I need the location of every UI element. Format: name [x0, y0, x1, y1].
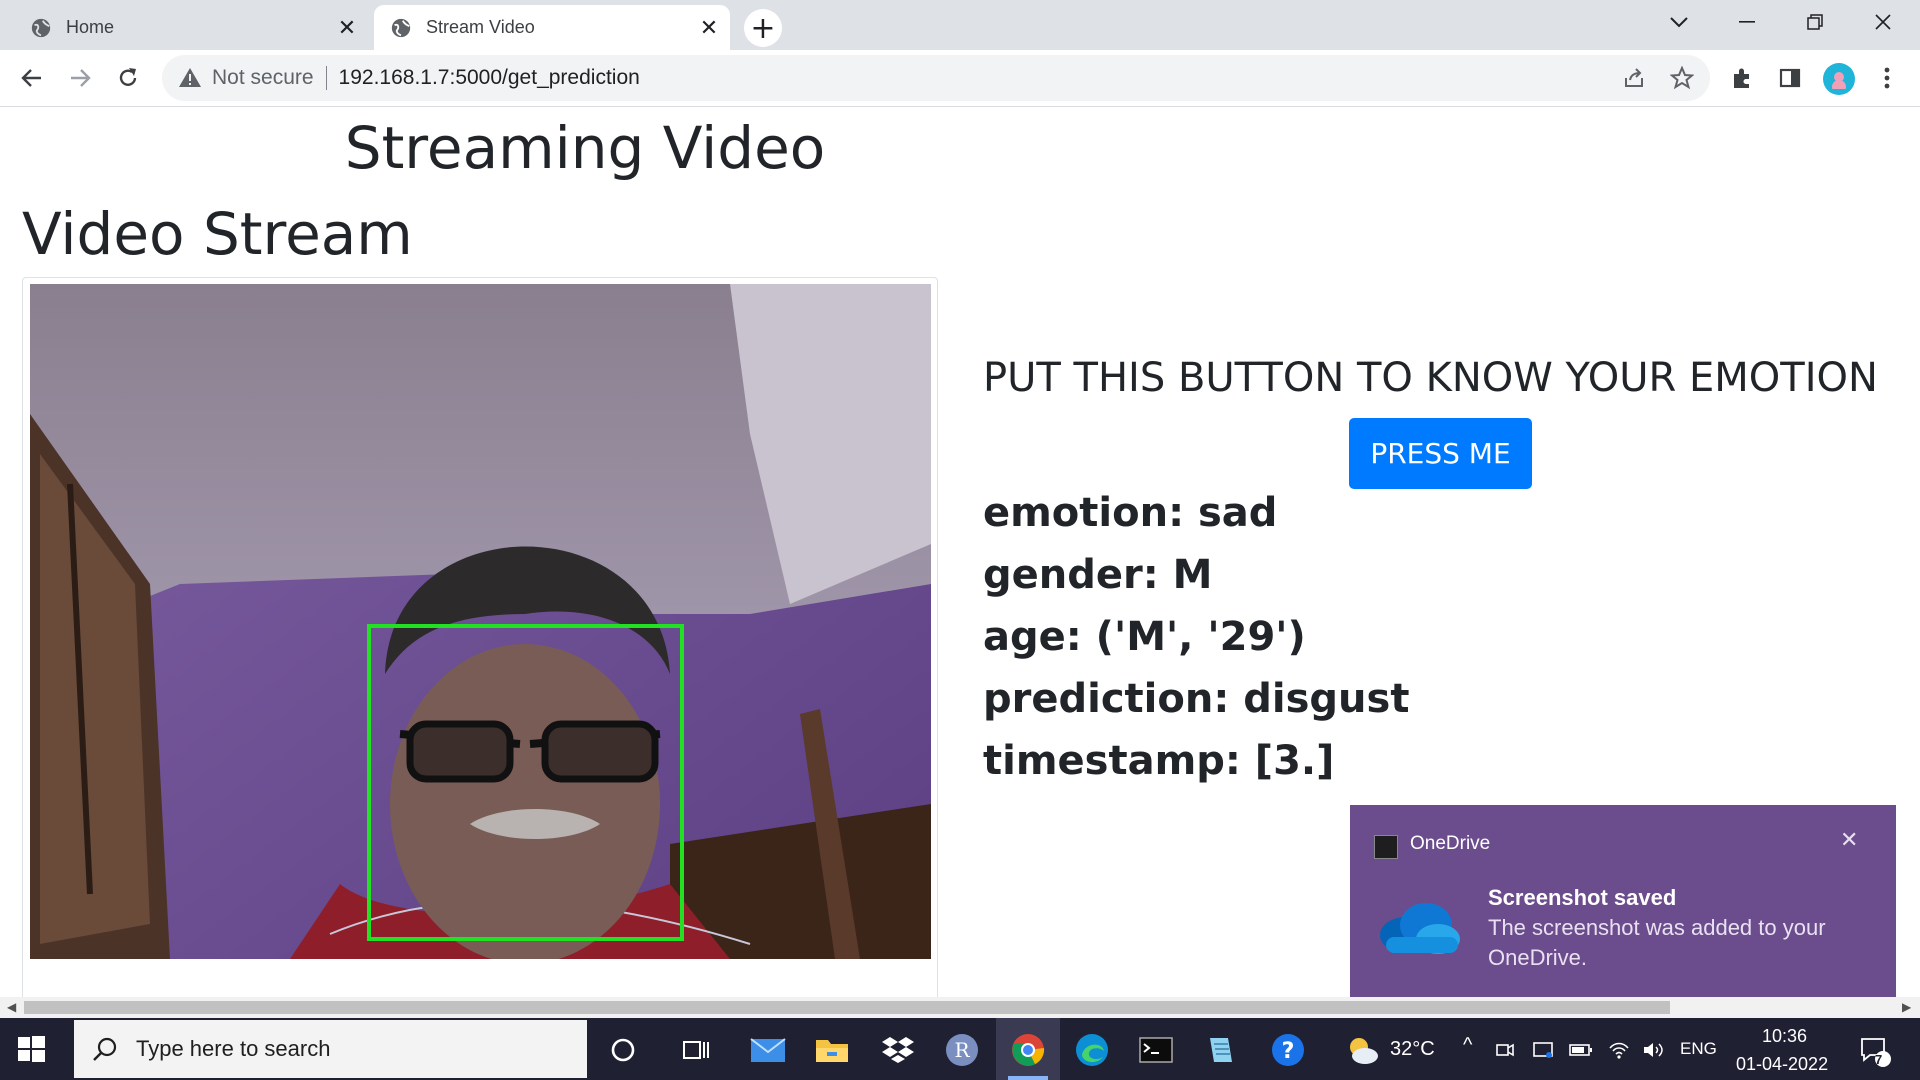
r-app-icon[interactable]: R	[942, 1030, 982, 1070]
terminal-icon[interactable]	[1136, 1030, 1176, 1070]
back-icon[interactable]	[14, 60, 50, 96]
extensions-icon[interactable]	[1725, 61, 1759, 95]
clock-date[interactable]: 01-04-2022	[1736, 1054, 1828, 1075]
taskbar-search[interactable]: Type here to search	[74, 1020, 587, 1078]
taskbar: Type here to search R ? 32°C ^ ENG 10:36…	[0, 1018, 1920, 1080]
notification-body: The screenshot was added to your OneDriv…	[1488, 915, 1826, 970]
cloud-icon	[1380, 903, 1460, 954]
gender-result: gender: M	[983, 552, 1213, 598]
scroll-left-icon[interactable]: ◀	[7, 1000, 16, 1014]
globe-icon	[31, 18, 51, 37]
video-stream	[30, 284, 931, 959]
cortana-icon[interactable]	[603, 1030, 643, 1070]
clock-time[interactable]: 10:36	[1762, 1026, 1807, 1047]
star-icon[interactable]	[1665, 61, 1699, 95]
mail-icon[interactable]	[748, 1030, 788, 1070]
tab-title: Stream Video	[426, 17, 535, 37]
tab-home[interactable]: Home ✕	[14, 5, 368, 50]
weather-icon[interactable]	[1342, 1030, 1382, 1070]
tab-strip: Home ✕ Stream Video ✕ +	[0, 0, 1920, 50]
security-label[interactable]: Not secure	[212, 66, 314, 90]
share-icon[interactable]	[1617, 61, 1651, 95]
volume-icon[interactable]	[1638, 1030, 1668, 1070]
divider	[325, 66, 327, 90]
prediction-result: prediction: disgust	[983, 676, 1410, 722]
warning-icon	[179, 68, 201, 87]
dropbox-icon[interactable]	[878, 1030, 918, 1070]
timestamp-result: timestamp: [3.]	[983, 738, 1335, 784]
search-icon	[93, 1037, 117, 1061]
close-icon[interactable]: ✕	[692, 11, 726, 45]
svg-text:R: R	[954, 1038, 970, 1062]
tray-chevron-icon[interactable]: ^	[1463, 1034, 1472, 1057]
chrome-icon[interactable]	[1008, 1030, 1048, 1070]
press-me-button[interactable]: PRESS ME	[1349, 418, 1532, 489]
horizontal-scrollbar[interactable]: ◀ ▶	[0, 997, 1920, 1018]
webcam-frame-image	[30, 284, 931, 959]
side-panel-icon[interactable]	[1773, 61, 1807, 95]
instruction-text: PUT THIS BUTTON TO KNOW YOUR EMOTION	[983, 355, 1878, 401]
page-title: Streaming Video	[344, 114, 826, 182]
help-icon[interactable]: ?	[1268, 1030, 1308, 1070]
emotion-result: emotion: sad	[983, 490, 1278, 536]
wifi-icon[interactable]	[1604, 1030, 1634, 1070]
browser-toolbar: Not secure 192.168.1.7:5000/get_predicti…	[0, 50, 1920, 107]
url-text[interactable]: 192.168.1.7:5000/get_prediction	[339, 66, 640, 90]
close-icon[interactable]: ✕	[1840, 827, 1858, 853]
window-close-icon[interactable]	[1854, 0, 1912, 44]
weather-temp[interactable]: 32°C	[1390, 1038, 1435, 1061]
battery-icon[interactable]	[1566, 1030, 1596, 1070]
forward-icon[interactable]	[62, 60, 98, 96]
minimize-icon[interactable]	[1718, 0, 1776, 44]
edge-icon[interactable]	[1072, 1030, 1112, 1070]
windows-start-icon[interactable]	[16, 1034, 46, 1064]
globe-icon	[391, 18, 411, 37]
search-placeholder: Type here to search	[136, 1036, 331, 1061]
tab-search-chevron-icon[interactable]	[1650, 0, 1708, 44]
tab-title: Home	[66, 17, 115, 37]
scroll-right-icon[interactable]: ▶	[1902, 1000, 1911, 1014]
notification-app-name: OneDrive	[1410, 833, 1491, 854]
reload-icon[interactable]	[110, 60, 146, 96]
notepad-icon[interactable]	[1200, 1030, 1240, 1070]
restore-icon[interactable]	[1786, 0, 1844, 44]
meet-now-icon[interactable]	[1490, 1030, 1520, 1070]
language-indicator[interactable]: ENG	[1680, 1039, 1717, 1059]
profile-avatar[interactable]	[1823, 63, 1855, 95]
close-icon[interactable]: ✕	[330, 11, 364, 45]
svg-text:?: ?	[1282, 1039, 1295, 1064]
notification-title: Screenshot saved	[1488, 885, 1677, 910]
section-title: Video Stream	[22, 200, 413, 268]
onedrive-app-icon	[1374, 835, 1398, 859]
new-tab-button[interactable]: +	[744, 9, 782, 47]
task-view-icon[interactable]	[676, 1030, 716, 1070]
video-card	[22, 277, 938, 1071]
address-bar[interactable]: Not secure 192.168.1.7:5000/get_predicti…	[162, 55, 1710, 101]
active-app-indicator	[1008, 1076, 1048, 1080]
device-icon[interactable]	[1528, 1030, 1558, 1070]
file-explorer-icon[interactable]	[812, 1030, 852, 1070]
menu-icon[interactable]	[1870, 61, 1904, 95]
notification-count-badge: 7	[1875, 1052, 1883, 1067]
onedrive-notification[interactable]: OneDrive ✕ Screenshot saved The screensh…	[1350, 805, 1896, 1001]
scrollbar-thumb[interactable]	[24, 1001, 1670, 1014]
age-result: age: ('M', '29')	[983, 614, 1306, 660]
tab-stream-video[interactable]: Stream Video ✕	[374, 5, 730, 50]
